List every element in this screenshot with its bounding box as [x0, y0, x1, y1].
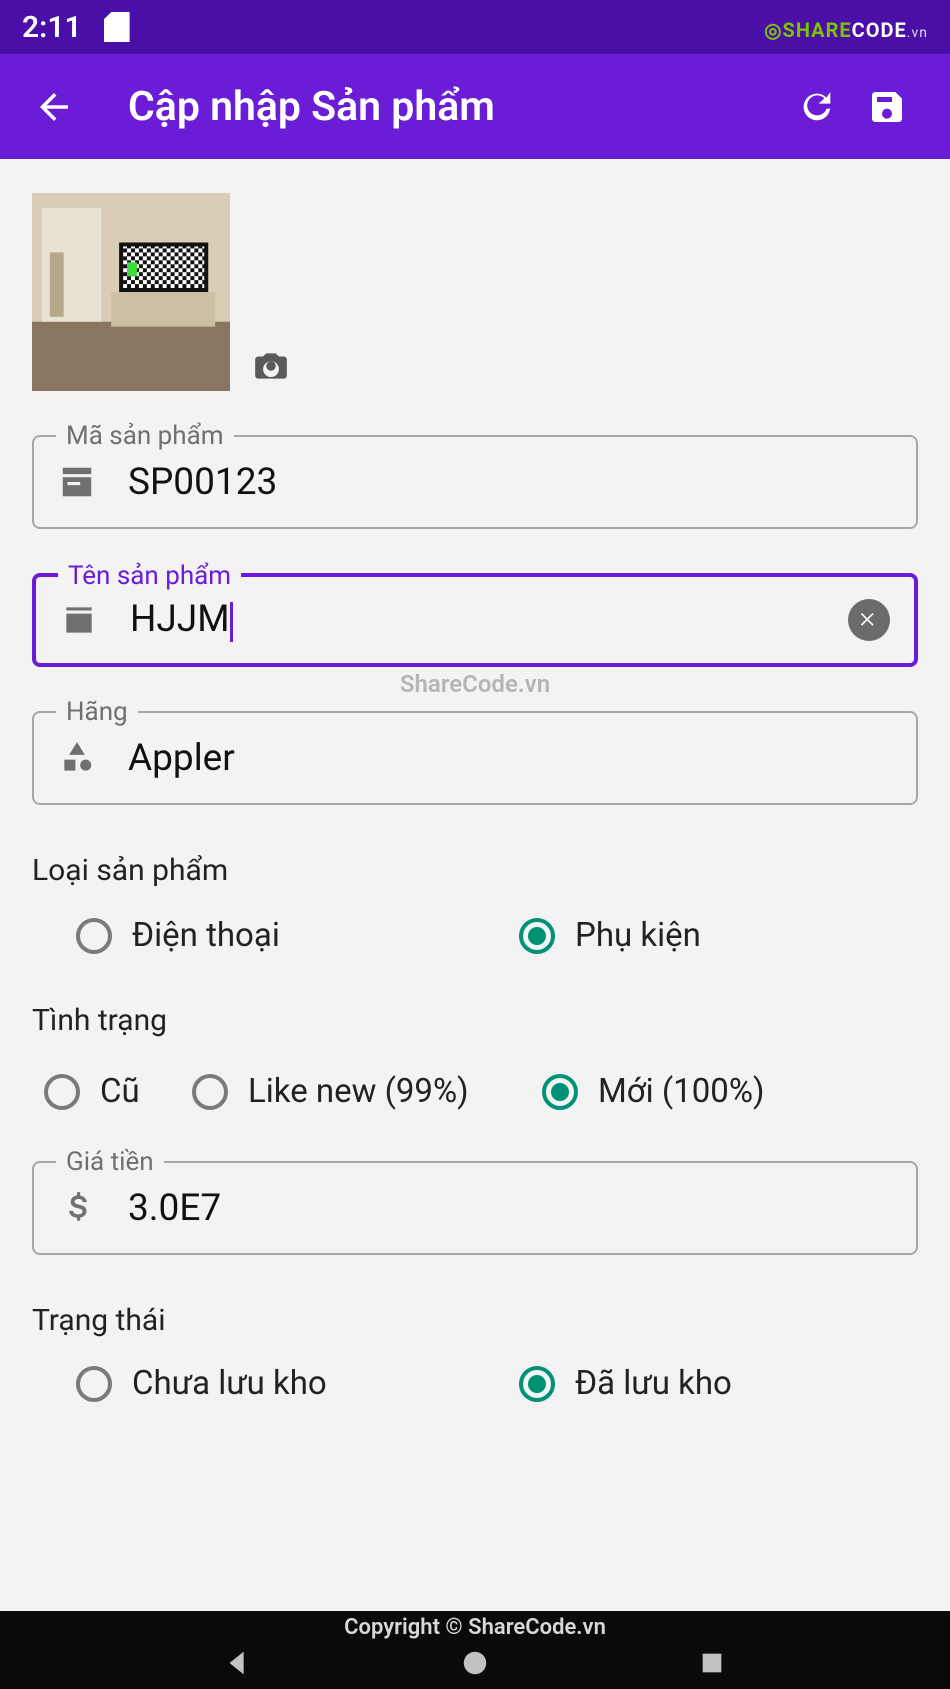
brand-label: Hãng	[56, 697, 138, 727]
product-code-field[interactable]: Mã sản phẩm SP00123	[32, 435, 918, 529]
radio-old-label: Cũ	[100, 1072, 140, 1111]
radio-likenew-label: Like new (99%)	[248, 1072, 469, 1111]
radio-phone[interactable]: Điện thoại	[32, 916, 475, 955]
product-code-value: SP00123	[128, 461, 892, 504]
save-button[interactable]	[852, 87, 922, 127]
clear-name-button[interactable]	[848, 599, 890, 641]
category-icon	[58, 739, 96, 777]
condition-section-label: Tình trạng	[32, 1003, 918, 1038]
radio-old[interactable]: Cũ	[32, 1072, 192, 1111]
sd-card-icon	[104, 12, 130, 42]
category-radio-group: Điện thoại Phụ kiện	[32, 916, 918, 955]
product-name-field[interactable]: Tên sản phẩm HJJM	[32, 573, 918, 667]
radio-icon	[76, 918, 112, 954]
radio-icon	[519, 1366, 555, 1402]
radio-not-stored[interactable]: Chưa lưu kho	[32, 1364, 475, 1403]
condition-radio-group: Cũ Like new (99%) Mới (100%)	[32, 1072, 918, 1111]
nav-home-button[interactable]	[455, 1643, 495, 1683]
radio-new[interactable]: Mới (100%)	[542, 1072, 918, 1111]
status-time: 2:11	[22, 10, 82, 45]
radio-icon	[76, 1366, 112, 1402]
radio-not-stored-label: Chưa lưu kho	[132, 1364, 327, 1403]
android-status-bar: 2:11 ◎SHARECODE.vn	[0, 0, 950, 54]
price-field[interactable]: Giá tiền 3.0E7	[32, 1161, 918, 1255]
form-content: Mã sản phẩm SP00123 Tên sản phẩm HJJM Hã…	[0, 159, 950, 1611]
nav-back-button[interactable]	[218, 1643, 258, 1683]
radio-icon	[542, 1074, 578, 1110]
radio-new-label: Mới (100%)	[598, 1072, 764, 1111]
radio-accessory[interactable]: Phụ kiện	[475, 916, 918, 955]
product-code-label: Mã sản phẩm	[56, 421, 234, 451]
camera-button[interactable]	[250, 347, 292, 385]
archive-icon	[60, 601, 98, 639]
app-bar: Cập nhập Sản phẩm	[0, 54, 950, 159]
radio-accessory-label: Phụ kiện	[575, 916, 701, 955]
radio-likenew[interactable]: Like new (99%)	[192, 1072, 542, 1111]
app-bar-title: Cập nhập Sản phẩm	[80, 83, 782, 131]
sharecode-watermark-top: ◎SHARECODE.vn	[764, 18, 928, 42]
product-image[interactable]	[32, 193, 230, 391]
radio-stored[interactable]: Đã lưu kho	[475, 1364, 918, 1403]
barcode-icon	[58, 463, 96, 501]
android-nav-bar: Copyright © ShareCode.vn	[0, 1611, 950, 1689]
product-name-value: HJJM	[130, 598, 848, 641]
brand-field[interactable]: Hãng Appler	[32, 711, 918, 805]
nav-recent-button[interactable]	[692, 1643, 732, 1683]
radio-stored-label: Đã lưu kho	[575, 1364, 732, 1403]
category-section-label: Loại sản phẩm	[32, 853, 918, 888]
radio-icon	[44, 1074, 80, 1110]
radio-icon	[519, 918, 555, 954]
status-radio-group: Chưa lưu kho Đã lưu kho	[32, 1364, 918, 1403]
dollar-icon	[58, 1189, 96, 1227]
brand-value: Appler	[128, 737, 892, 780]
back-button[interactable]	[28, 86, 80, 128]
price-label: Giá tiền	[56, 1147, 164, 1177]
radio-icon	[192, 1074, 228, 1110]
copyright-text: Copyright © ShareCode.vn	[0, 1611, 950, 1640]
radio-phone-label: Điện thoại	[132, 916, 280, 955]
price-value: 3.0E7	[128, 1187, 892, 1230]
refresh-button[interactable]	[782, 87, 852, 127]
status-section-label: Trạng thái	[32, 1303, 918, 1338]
product-name-label: Tên sản phẩm	[58, 561, 241, 591]
